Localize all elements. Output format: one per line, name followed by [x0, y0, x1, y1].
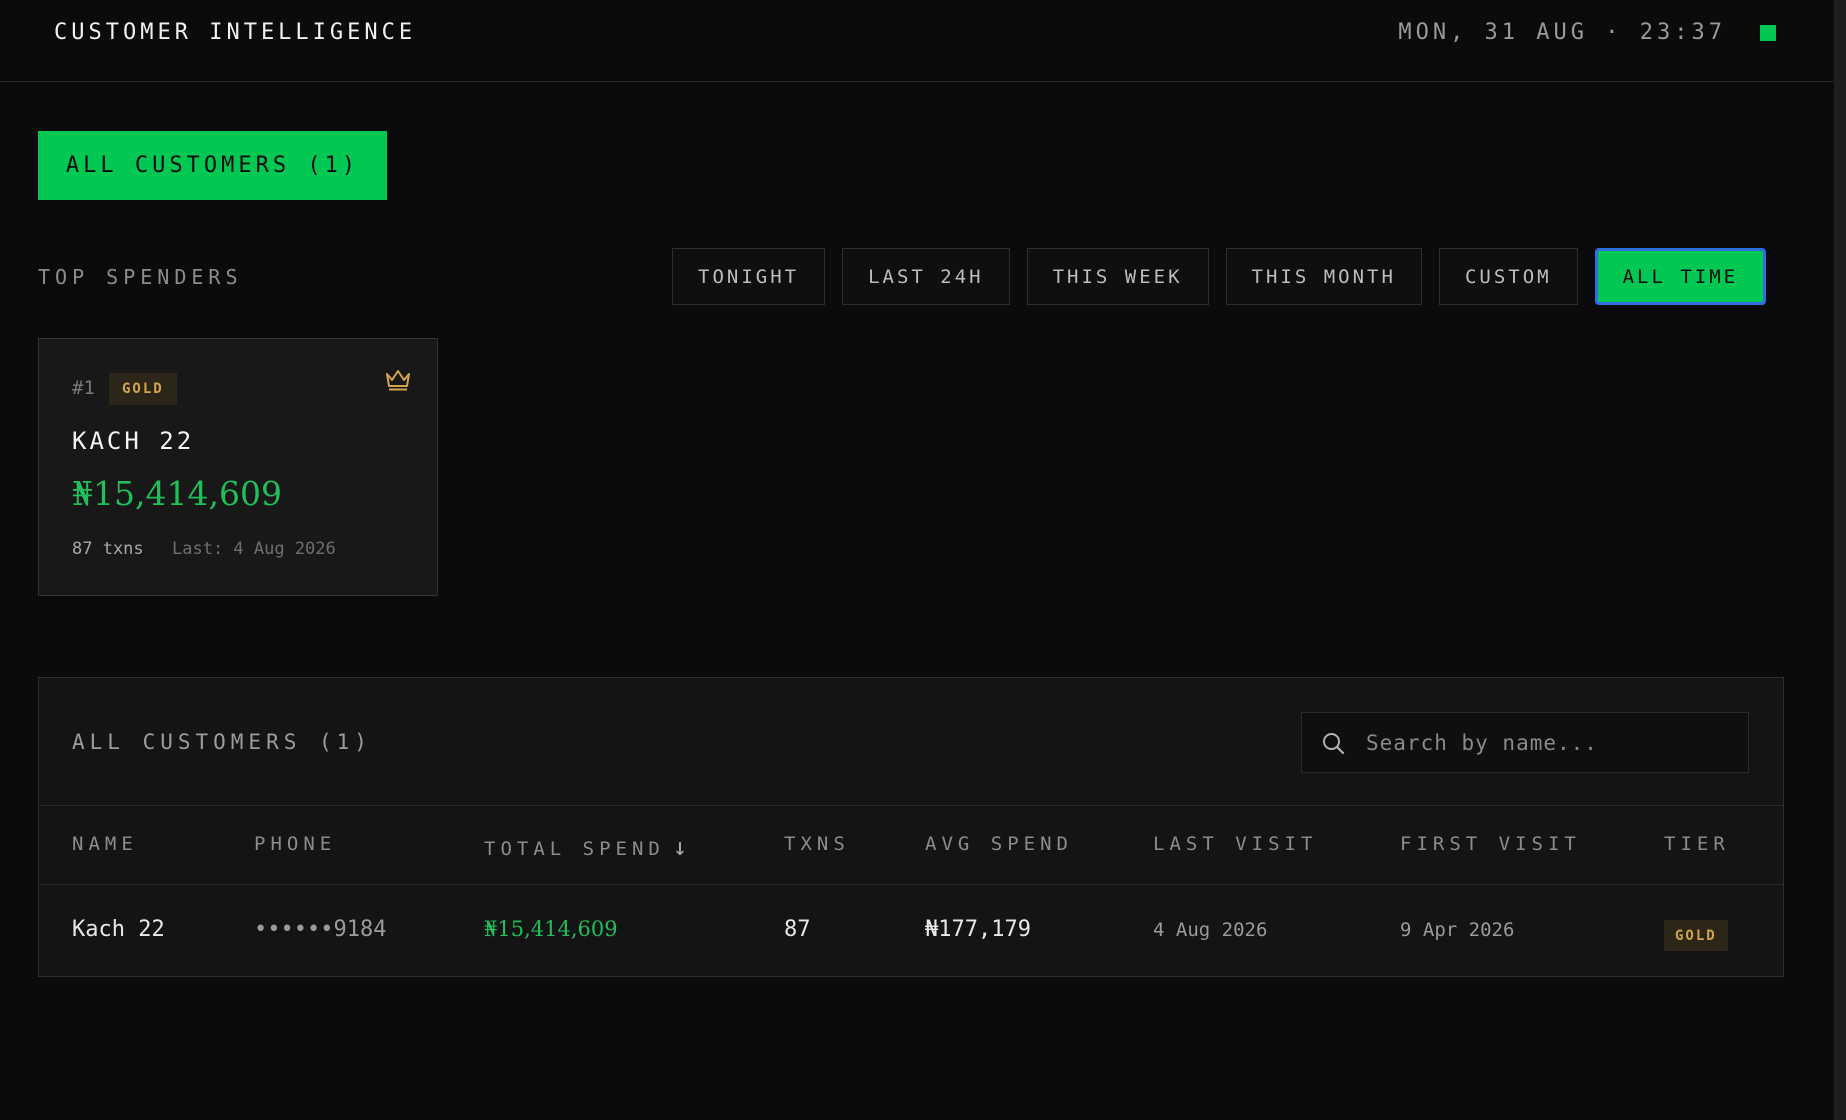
scrollbar[interactable]: [1834, 0, 1846, 1120]
search-icon: [1323, 733, 1345, 755]
filter-custom[interactable]: CUSTOM: [1438, 248, 1578, 305]
tier-badge: GOLD: [109, 373, 177, 405]
col-name[interactable]: NAME: [72, 833, 138, 855]
filter-tonight[interactable]: TONIGHT: [672, 248, 826, 305]
table-header: NAME PHONE TOTAL SPEND ↓ TXNS AVG SPEND L…: [39, 805, 1783, 885]
row-avg-spend: ₦177,179: [925, 917, 1031, 942]
row-total-spend: ₦15,414,609: [484, 917, 618, 941]
filter-this-week[interactable]: THIS WEEK: [1026, 248, 1209, 305]
filter-last-24h[interactable]: LAST 24H: [842, 248, 1010, 305]
time-filter-group: TONIGHT LAST 24H THIS WEEK THIS MONTH CU…: [672, 248, 1767, 305]
top-spender-card[interactable]: #1 GOLD KACH 22 ₦15,414,609 87 txns Last…: [38, 338, 438, 596]
live-status-indicator: [1760, 25, 1776, 41]
customer-total-spend: ₦15,414,609: [72, 474, 282, 513]
rank-label: #1: [72, 377, 95, 399]
col-last-visit[interactable]: LAST VISIT: [1153, 833, 1317, 855]
app-title: CUSTOMER INTELLIGENCE: [54, 20, 417, 45]
top-spenders-label: TOP SPENDERS: [38, 265, 243, 289]
row-tier-badge: GOLD: [1664, 920, 1728, 951]
col-avg-spend[interactable]: AVG SPEND: [925, 833, 1073, 855]
row-txns: 87: [784, 917, 811, 942]
all-customers-button[interactable]: ALL CUSTOMERS (1): [38, 131, 387, 200]
col-phone[interactable]: PHONE: [254, 833, 336, 855]
table-row[interactable]: Kach 22 ••••••9184 ₦15,414,609 87 ₦177,1…: [39, 885, 1783, 976]
customer-name: KACH 22: [72, 427, 195, 455]
row-last-visit: 4 Aug 2026: [1153, 919, 1268, 941]
filter-all-time[interactable]: ALL TIME: [1594, 248, 1767, 305]
top-bar: CUSTOMER INTELLIGENCE MON, 31 AUG · 23:3…: [0, 0, 1834, 82]
customers-table-panel: ALL CUSTOMERS (1) NAME PHONE TOTAL SPEND…: [38, 677, 1784, 977]
col-txns[interactable]: TXNS: [784, 833, 850, 855]
row-first-visit: 9 Apr 2026: [1400, 919, 1515, 941]
filter-this-month[interactable]: THIS MONTH: [1225, 248, 1422, 305]
sort-desc-icon: ↓: [672, 833, 688, 861]
row-phone: ••••••9184: [254, 917, 387, 942]
col-total-spend[interactable]: TOTAL SPEND ↓: [484, 833, 687, 861]
customer-txn-count: 87 txns: [72, 539, 144, 559]
table-title: ALL CUSTOMERS (1): [72, 730, 372, 754]
crown-icon: [386, 370, 410, 391]
search-input[interactable]: [1366, 713, 1736, 772]
col-tier[interactable]: TIER: [1664, 833, 1730, 855]
customer-last-visit: Last: 4 Aug 2026: [172, 539, 336, 559]
search-box[interactable]: [1301, 712, 1749, 773]
date-time: MON, 31 AUG · 23:37: [1398, 20, 1726, 45]
row-name: Kach 22: [72, 917, 165, 942]
col-first-visit[interactable]: FIRST VISIT: [1400, 833, 1581, 855]
